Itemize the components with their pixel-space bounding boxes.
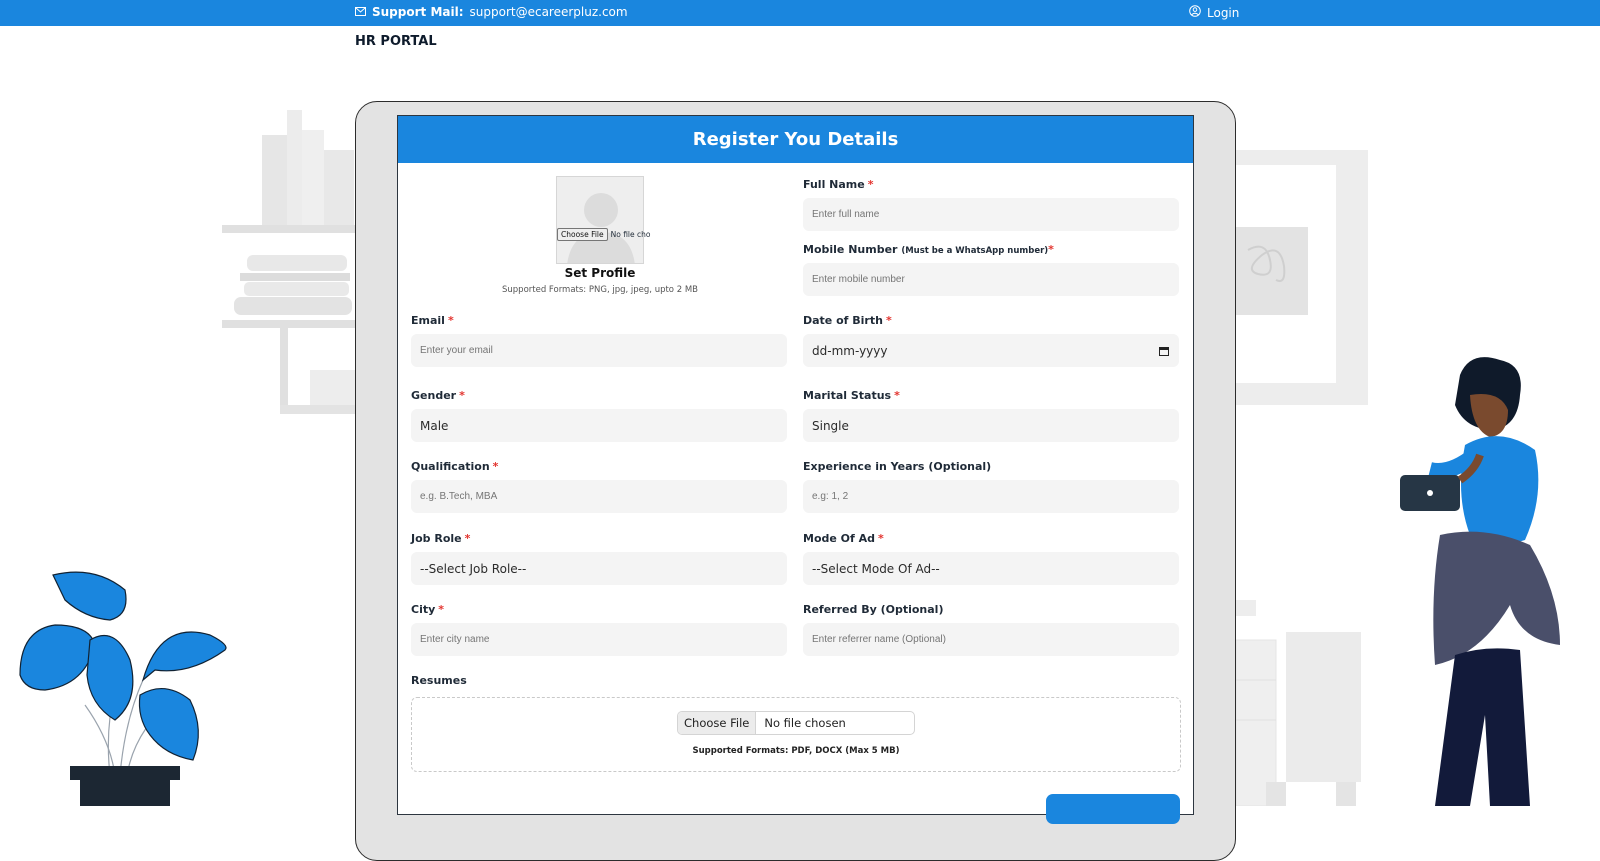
brand-title: HR PORTAL [355, 34, 437, 49]
dob-value: dd-mm-yyyy [812, 343, 888, 358]
qualification-label: Qualification * [411, 460, 499, 473]
profile-image-preview[interactable] [556, 176, 644, 264]
experience-input[interactable] [812, 480, 1179, 513]
top-bar: Support Mail: support@ecareerpluz.com Lo… [0, 0, 1600, 26]
calendar-icon[interactable] [1159, 345, 1169, 359]
city-input[interactable] [420, 623, 787, 656]
login-label: Login [1207, 5, 1240, 20]
gender-select[interactable]: Male [411, 409, 787, 442]
full-name-input[interactable] [812, 198, 1179, 231]
mail-icon [355, 5, 366, 19]
mobile-label: Mobile Number (Must be a WhatsApp number… [803, 243, 1054, 256]
referred-by-label: Referred By (Optional) [803, 603, 944, 616]
mode-of-ad-label: Mode Of Ad * [803, 532, 884, 545]
city-field[interactable] [411, 623, 787, 656]
mobile-field[interactable] [803, 263, 1179, 296]
cabinet-illustration [1236, 600, 1361, 806]
gender-label: Gender * [411, 389, 465, 402]
experience-label: Experience in Years (Optional) [803, 460, 992, 473]
plant-illustration [19, 571, 227, 806]
job-role-label: Job Role * [411, 532, 471, 545]
person-illustration [1400, 357, 1560, 806]
mobile-input[interactable] [812, 263, 1179, 296]
full-name-label: Full Name * [803, 178, 874, 191]
user-circle-icon [1189, 5, 1201, 20]
email-field[interactable] [411, 334, 787, 367]
qualification-field[interactable] [411, 480, 787, 513]
profile-no-file-text: No file cho [610, 230, 651, 239]
marital-status-label: Marital Status * [803, 389, 900, 402]
resume-no-file-text: No file chosen [764, 716, 846, 730]
profile-file-input[interactable]: Choose File No file cho [557, 228, 650, 241]
submit-button[interactable] [1046, 794, 1180, 824]
experience-field[interactable] [803, 480, 1179, 513]
login-link[interactable]: Login [1189, 5, 1239, 20]
support-mail: Support Mail: support@ecareerpluz.com [355, 5, 628, 19]
resume-formats-note: Supported Formats: PDF, DOCX (Max 5 MB) [692, 746, 900, 756]
dob-label: Date of Birth * [803, 314, 892, 327]
qualification-input[interactable] [420, 480, 787, 513]
referred-by-input[interactable] [812, 623, 1179, 656]
shelf-illustration [222, 110, 360, 414]
referred-by-field[interactable] [803, 623, 1179, 656]
email-input[interactable] [420, 334, 787, 367]
email-label: Email * [411, 314, 454, 327]
support-email[interactable]: support@ecareerpluz.com [470, 5, 628, 19]
picture-frame-illustration [1236, 150, 1368, 405]
full-name-field[interactable] [803, 198, 1179, 231]
city-label: City * [411, 603, 445, 616]
dob-field[interactable]: dd-mm-yyyy [803, 334, 1179, 367]
form-title: Register You Details [398, 116, 1193, 163]
profile-formats-note: Supported Formats: PNG, jpg, jpeg, upto … [502, 285, 698, 295]
resume-choose-file-button[interactable]: Choose File [678, 712, 757, 734]
resumes-label: Resumes [411, 674, 467, 687]
set-profile-label: Set Profile [564, 266, 636, 280]
avatar-placeholder-icon [567, 193, 635, 263]
marital-status-select[interactable]: Single [803, 409, 1179, 442]
mode-of-ad-select[interactable]: --Select Mode Of Ad-- [803, 552, 1179, 585]
job-role-select[interactable]: --Select Job Role-- [411, 552, 787, 585]
resume-file-input[interactable]: Choose File No file chosen [677, 711, 915, 735]
profile-choose-file-button[interactable]: Choose File [557, 228, 608, 241]
support-label: Support Mail: [372, 5, 464, 19]
